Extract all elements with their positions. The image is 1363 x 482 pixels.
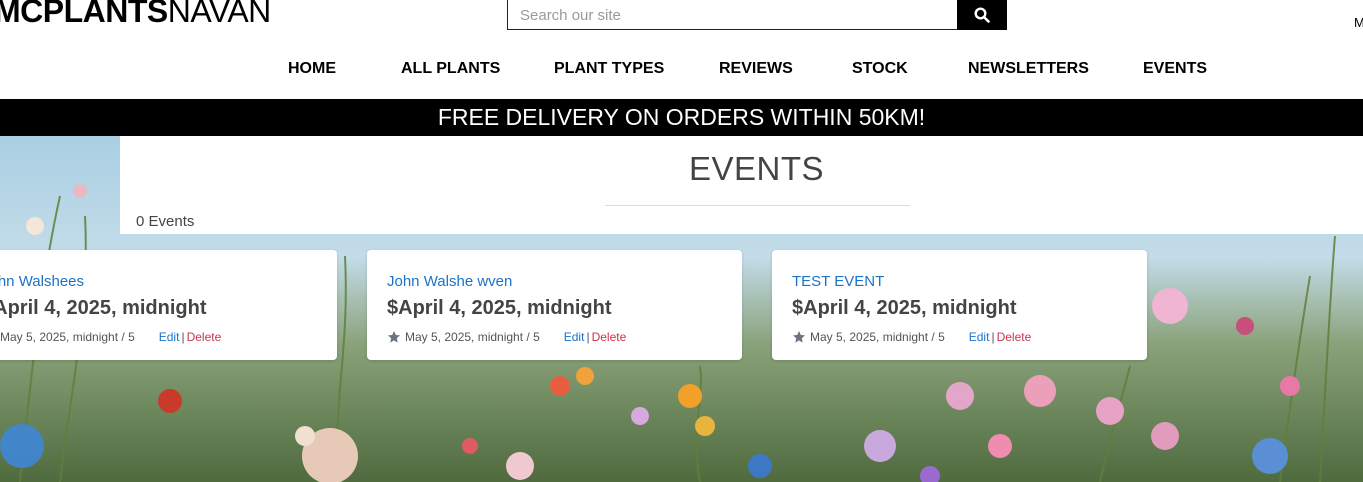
events-header-panel: EVENTS 0 Events	[120, 136, 1363, 234]
nav-events[interactable]: EVENTS	[1143, 60, 1207, 78]
event-card: John Walshees $April 4, 2025, midnight M…	[0, 250, 337, 360]
event-date: $April 4, 2025, midnight	[792, 297, 1017, 319]
delete-link[interactable]: Delete	[187, 330, 222, 344]
event-date: $April 4, 2025, midnight	[0, 297, 207, 319]
main-nav: HOME ALL PLANTS PLANT TYPES REVIEWS STOC…	[0, 60, 1363, 84]
separator: |	[586, 330, 590, 344]
event-meta-text: May 5, 2025, midnight / 5	[0, 330, 135, 344]
event-meta-text: May 5, 2025, midnight / 5	[405, 330, 540, 344]
star-icon	[793, 331, 805, 343]
event-meta: May 5, 2025, midnight / 5 Edit | Delete	[792, 330, 1031, 344]
title-divider	[605, 205, 910, 206]
site-logo[interactable]: MCPLANTSNAVAN	[0, 0, 271, 30]
edit-link[interactable]: Edit	[969, 330, 990, 344]
event-card: TEST EVENT $April 4, 2025, midnight May …	[772, 250, 1147, 360]
search-icon	[974, 7, 990, 23]
delivery-banner: FREE DELIVERY ON ORDERS WITHIN 50KM!	[0, 99, 1363, 136]
event-name-link[interactable]: TEST EVENT	[792, 273, 884, 290]
nav-plant-types[interactable]: PLANT TYPES	[554, 60, 664, 78]
page-title: EVENTS	[688, 150, 825, 187]
search-input[interactable]	[507, 0, 957, 30]
account-link[interactable]: M	[1354, 15, 1363, 30]
events-count: 0 Events	[136, 213, 195, 230]
star-icon	[388, 331, 400, 343]
nav-reviews[interactable]: REVIEWS	[719, 60, 793, 78]
separator: |	[991, 330, 995, 344]
edit-link[interactable]: Edit	[159, 330, 180, 344]
event-card: John Walshe wven $April 4, 2025, midnigh…	[367, 250, 742, 360]
event-name-link[interactable]: John Walshe wven	[387, 273, 512, 290]
search-button[interactable]	[957, 0, 1007, 30]
delete-link[interactable]: Delete	[997, 330, 1032, 344]
logo-light-text: NAVAN	[167, 0, 272, 29]
search-bar	[507, 0, 1007, 30]
event-date: $April 4, 2025, midnight	[387, 297, 612, 319]
event-meta: May 5, 2025, midnight / 5 Edit | Delete	[387, 330, 626, 344]
delete-link[interactable]: Delete	[592, 330, 627, 344]
nav-home[interactable]: HOME	[288, 60, 336, 78]
separator: |	[181, 330, 185, 344]
nav-stock[interactable]: STOCK	[852, 60, 908, 78]
event-name-link[interactable]: John Walshees	[0, 273, 84, 290]
nav-all-plants[interactable]: ALL PLANTS	[401, 60, 500, 78]
event-meta: May 5, 2025, midnight / 5 Edit | Delete	[0, 330, 221, 344]
logo-bold-text: MCPLANTS	[0, 0, 168, 29]
nav-newsletters[interactable]: NEWSLETTERS	[968, 60, 1089, 78]
event-meta-text: May 5, 2025, midnight / 5	[810, 330, 945, 344]
events-section: EVENTS 0 Events John Walshees $April 4, …	[0, 136, 1363, 482]
edit-link[interactable]: Edit	[564, 330, 585, 344]
